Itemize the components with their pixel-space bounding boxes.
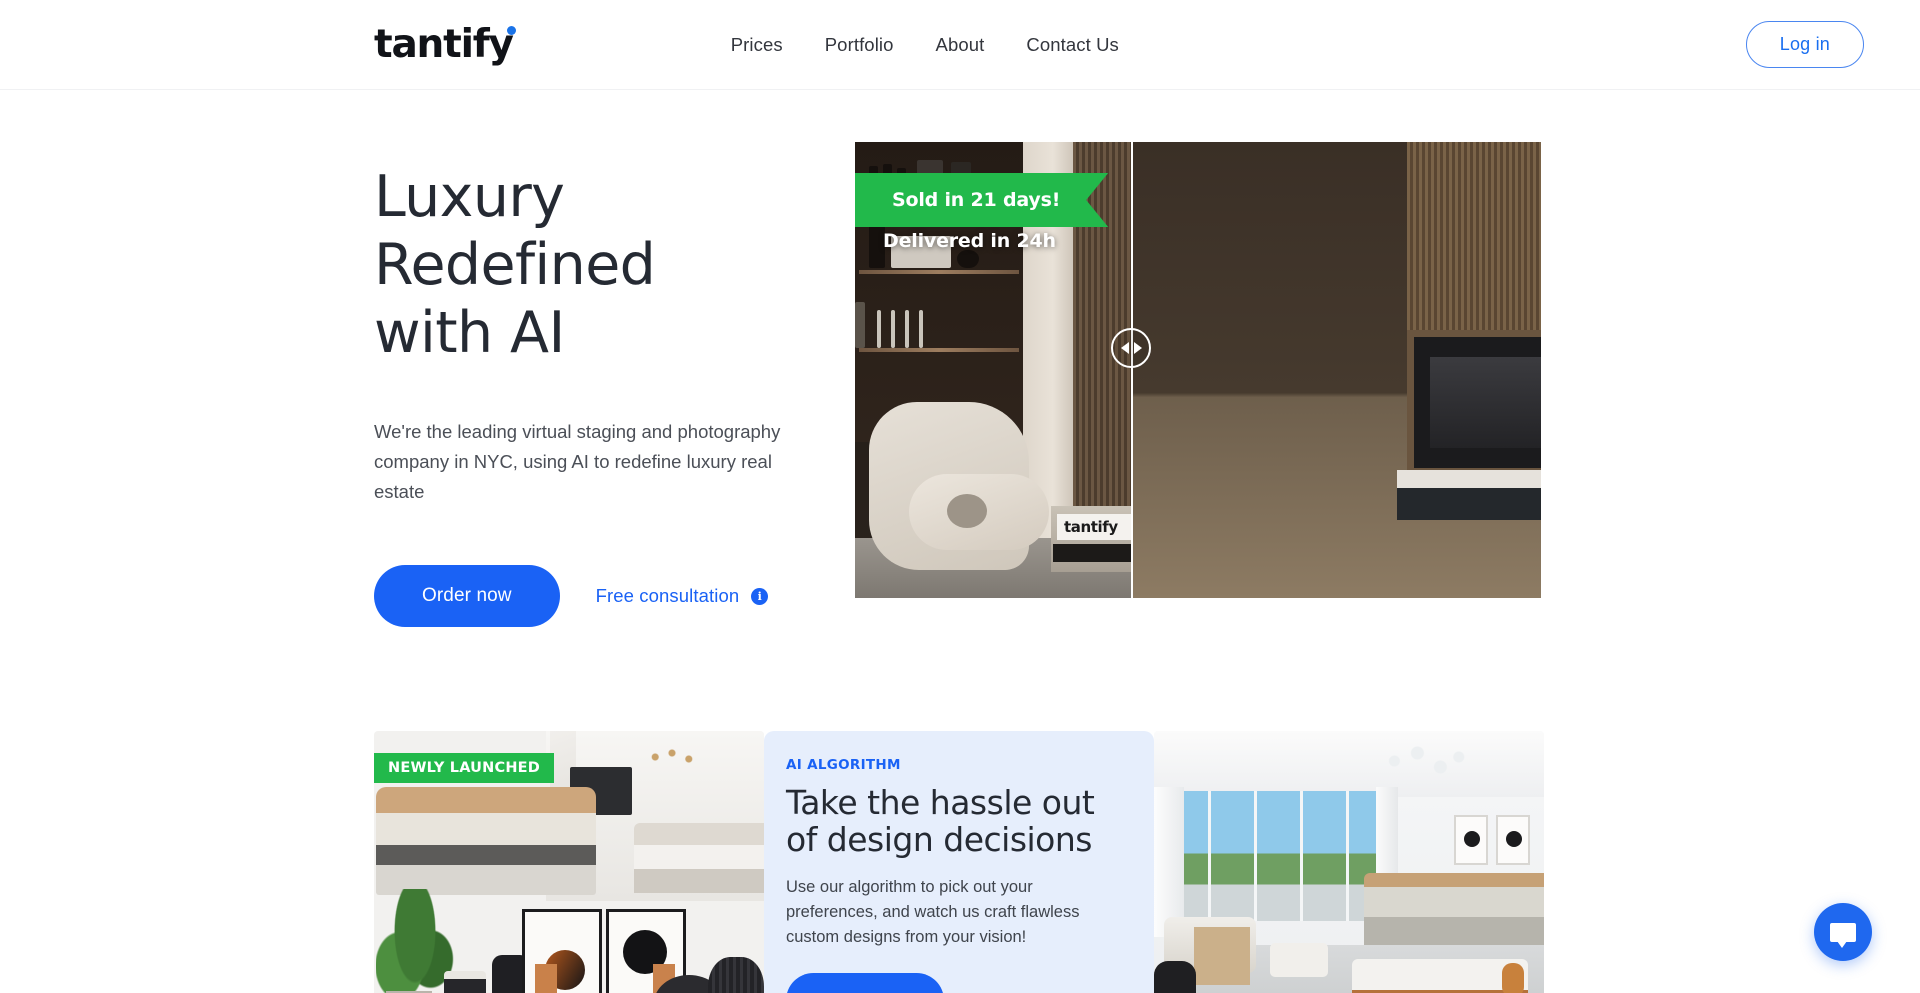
info-icon[interactable]: i: [751, 587, 769, 605]
ai-algorithm-card: AI ALGORITHM Take the hassle out of desi…: [764, 731, 1154, 993]
hero-section: Luxury Redefined with AI We're the leadi…: [0, 90, 1920, 628]
before-after-slider[interactable]: tantify Sold in 21 days! Delivered in 24…: [855, 142, 1541, 598]
login-button[interactable]: Log in: [1745, 21, 1864, 68]
arrow-left-icon: [1120, 342, 1129, 354]
bedroom-image: [1154, 731, 1544, 993]
boucle-chair: [869, 402, 1049, 570]
free-consultation-link[interactable]: Free consultation i: [596, 585, 769, 607]
site-header: tantify Prices Portfolio About Contact U…: [0, 0, 1920, 90]
logo-dot-icon: [507, 26, 516, 35]
chat-widget-button[interactable]: [1814, 903, 1872, 961]
nav-item-contact-us[interactable]: Contact Us: [1005, 34, 1140, 56]
card-title: Take the hassle out of design decisions: [786, 783, 1095, 860]
feature-cards-section: NEWLY LAUNCHED AI ALGORITHM Take the has…: [0, 731, 1920, 993]
free-consultation-label: Free consultation: [595, 585, 740, 607]
moodboard-card[interactable]: NEWLY LAUNCHED: [374, 731, 764, 993]
header-inner: tantify Prices Portfolio About Contact U…: [0, 21, 1920, 68]
before-after-empty-pane: [1131, 142, 1541, 598]
hearth: [1397, 470, 1541, 488]
book-stack: [1053, 544, 1131, 562]
card-body-text: Use our algorithm to pick out your prefe…: [786, 878, 1080, 947]
card-eyebrow: AI ALGORITHM: [786, 757, 901, 774]
fireplace: [1407, 330, 1541, 475]
delivered-label: Delivered in 24h: [883, 230, 1056, 252]
hero-cta-group: Order now Free consultation i: [374, 565, 855, 628]
page-title: Luxury Redefined with AI: [374, 164, 656, 366]
chat-bubble-icon: [1830, 922, 1856, 948]
arrow-right-icon: [1133, 342, 1142, 354]
hero-subtitle: We're the leading virtual staging and ph…: [374, 421, 781, 503]
nav-item-portfolio[interactable]: Portfolio: [804, 34, 915, 56]
slider-handle[interactable]: [1111, 328, 1151, 368]
main-nav: Prices Portfolio About Contact Us: [710, 34, 1140, 56]
order-now-button[interactable]: Order now: [374, 565, 560, 628]
empty-room-image: [1131, 142, 1541, 598]
logo[interactable]: tantify: [374, 22, 516, 67]
newly-launched-badge: NEWLY LAUNCHED: [374, 753, 555, 784]
sold-ribbon-badge: Sold in 21 days!: [855, 173, 1108, 227]
watermark-book: tantify: [1057, 514, 1131, 540]
card-order-now-button[interactable]: Order now: [786, 972, 944, 993]
herringbone-floor: [1407, 490, 1541, 598]
logo-text: tantify: [374, 22, 514, 67]
hero-text-column: Luxury Redefined with AI We're the leadi…: [0, 142, 855, 628]
slider-divider: [1131, 142, 1133, 598]
bedroom-photo-card[interactable]: [1154, 731, 1544, 993]
nav-item-prices[interactable]: Prices: [710, 34, 804, 56]
nav-item-about[interactable]: About: [915, 34, 1006, 56]
